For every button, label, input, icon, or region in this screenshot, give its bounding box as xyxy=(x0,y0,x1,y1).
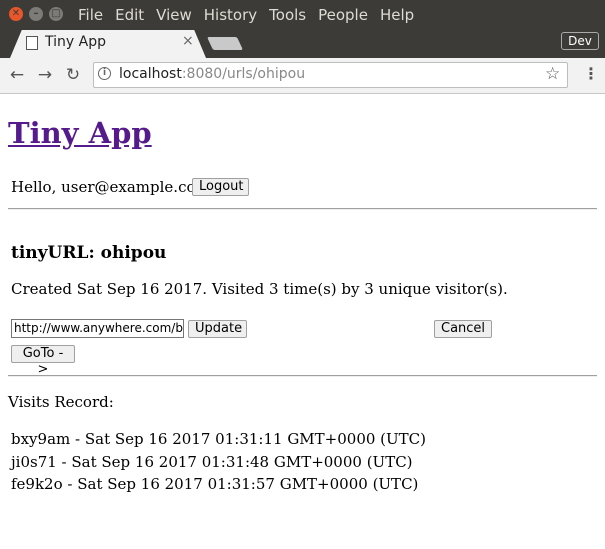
url-path: :8080/urls/ohipou xyxy=(181,66,306,82)
maximize-icon: □ xyxy=(51,8,61,19)
goto-button[interactable]: GoTo -> xyxy=(11,345,75,377)
bookmark-star-icon[interactable]: ☆ xyxy=(545,64,560,84)
page-content: Tiny App Hello, user@example.com! Logout… xyxy=(0,94,605,549)
window-minimize-button[interactable]: – xyxy=(29,7,43,21)
divider-top xyxy=(8,208,597,210)
greeting-text: Hello, user@example.com! xyxy=(11,178,216,196)
cancel-button[interactable]: Cancel xyxy=(434,320,492,338)
menu-history[interactable]: History xyxy=(204,6,257,24)
info-icon[interactable]: i xyxy=(98,67,111,80)
visit-record-item: bxy9am - Sat Sep 16 2017 01:31:11 GMT+00… xyxy=(11,430,427,448)
window-maximize-button[interactable]: □ xyxy=(49,7,63,21)
visit-record-item: fe9k2o - Sat Sep 16 2017 01:31:57 GMT+00… xyxy=(11,475,419,493)
profile-badge[interactable]: Dev xyxy=(561,32,599,50)
menu-bar: File Edit View History Tools People Help xyxy=(72,0,420,29)
logout-button[interactable]: Logout xyxy=(192,178,249,196)
forward-arrow-icon[interactable]: → xyxy=(35,65,55,85)
minimize-icon: – xyxy=(33,8,39,19)
menu-view[interactable]: View xyxy=(156,6,192,24)
url-host: localhost xyxy=(119,66,182,82)
reload-icon[interactable]: ↻ xyxy=(63,65,83,85)
menu-file[interactable]: File xyxy=(78,6,103,24)
update-button[interactable]: Update xyxy=(188,320,247,338)
app-title-link[interactable]: Tiny App xyxy=(8,116,152,150)
menu-tools[interactable]: Tools xyxy=(269,6,306,24)
created-info: Created Sat Sep 16 2017. Visited 3 time(… xyxy=(11,280,508,298)
close-icon: ✕ xyxy=(11,8,21,19)
menu-help[interactable]: Help xyxy=(380,6,414,24)
new-tab-button[interactable] xyxy=(206,37,244,50)
tab-title: Tiny App xyxy=(45,34,106,50)
menu-edit[interactable]: Edit xyxy=(115,6,144,24)
tab-tiny-app[interactable] xyxy=(10,30,206,58)
menu-kebab-icon[interactable]: ⋮ xyxy=(583,64,599,83)
menu-people[interactable]: People xyxy=(318,6,368,24)
address-url[interactable]: localhost:8080/urls/ohipou xyxy=(119,66,305,82)
page-favicon-icon xyxy=(26,36,38,50)
window-close-button[interactable]: ✕ xyxy=(9,7,23,21)
tinyurl-heading: tinyURL: ohipou xyxy=(11,243,167,263)
long-url-input[interactable]: http://www.anywhere.com/bu xyxy=(11,319,184,338)
tab-close-icon[interactable]: × xyxy=(182,33,194,49)
visits-record-title: Visits Record: xyxy=(8,393,114,411)
divider-bottom xyxy=(8,375,597,377)
visit-record-item: ji0s71 - Sat Sep 16 2017 01:31:48 GMT+00… xyxy=(11,453,413,471)
back-arrow-icon[interactable]: ← xyxy=(7,65,27,85)
